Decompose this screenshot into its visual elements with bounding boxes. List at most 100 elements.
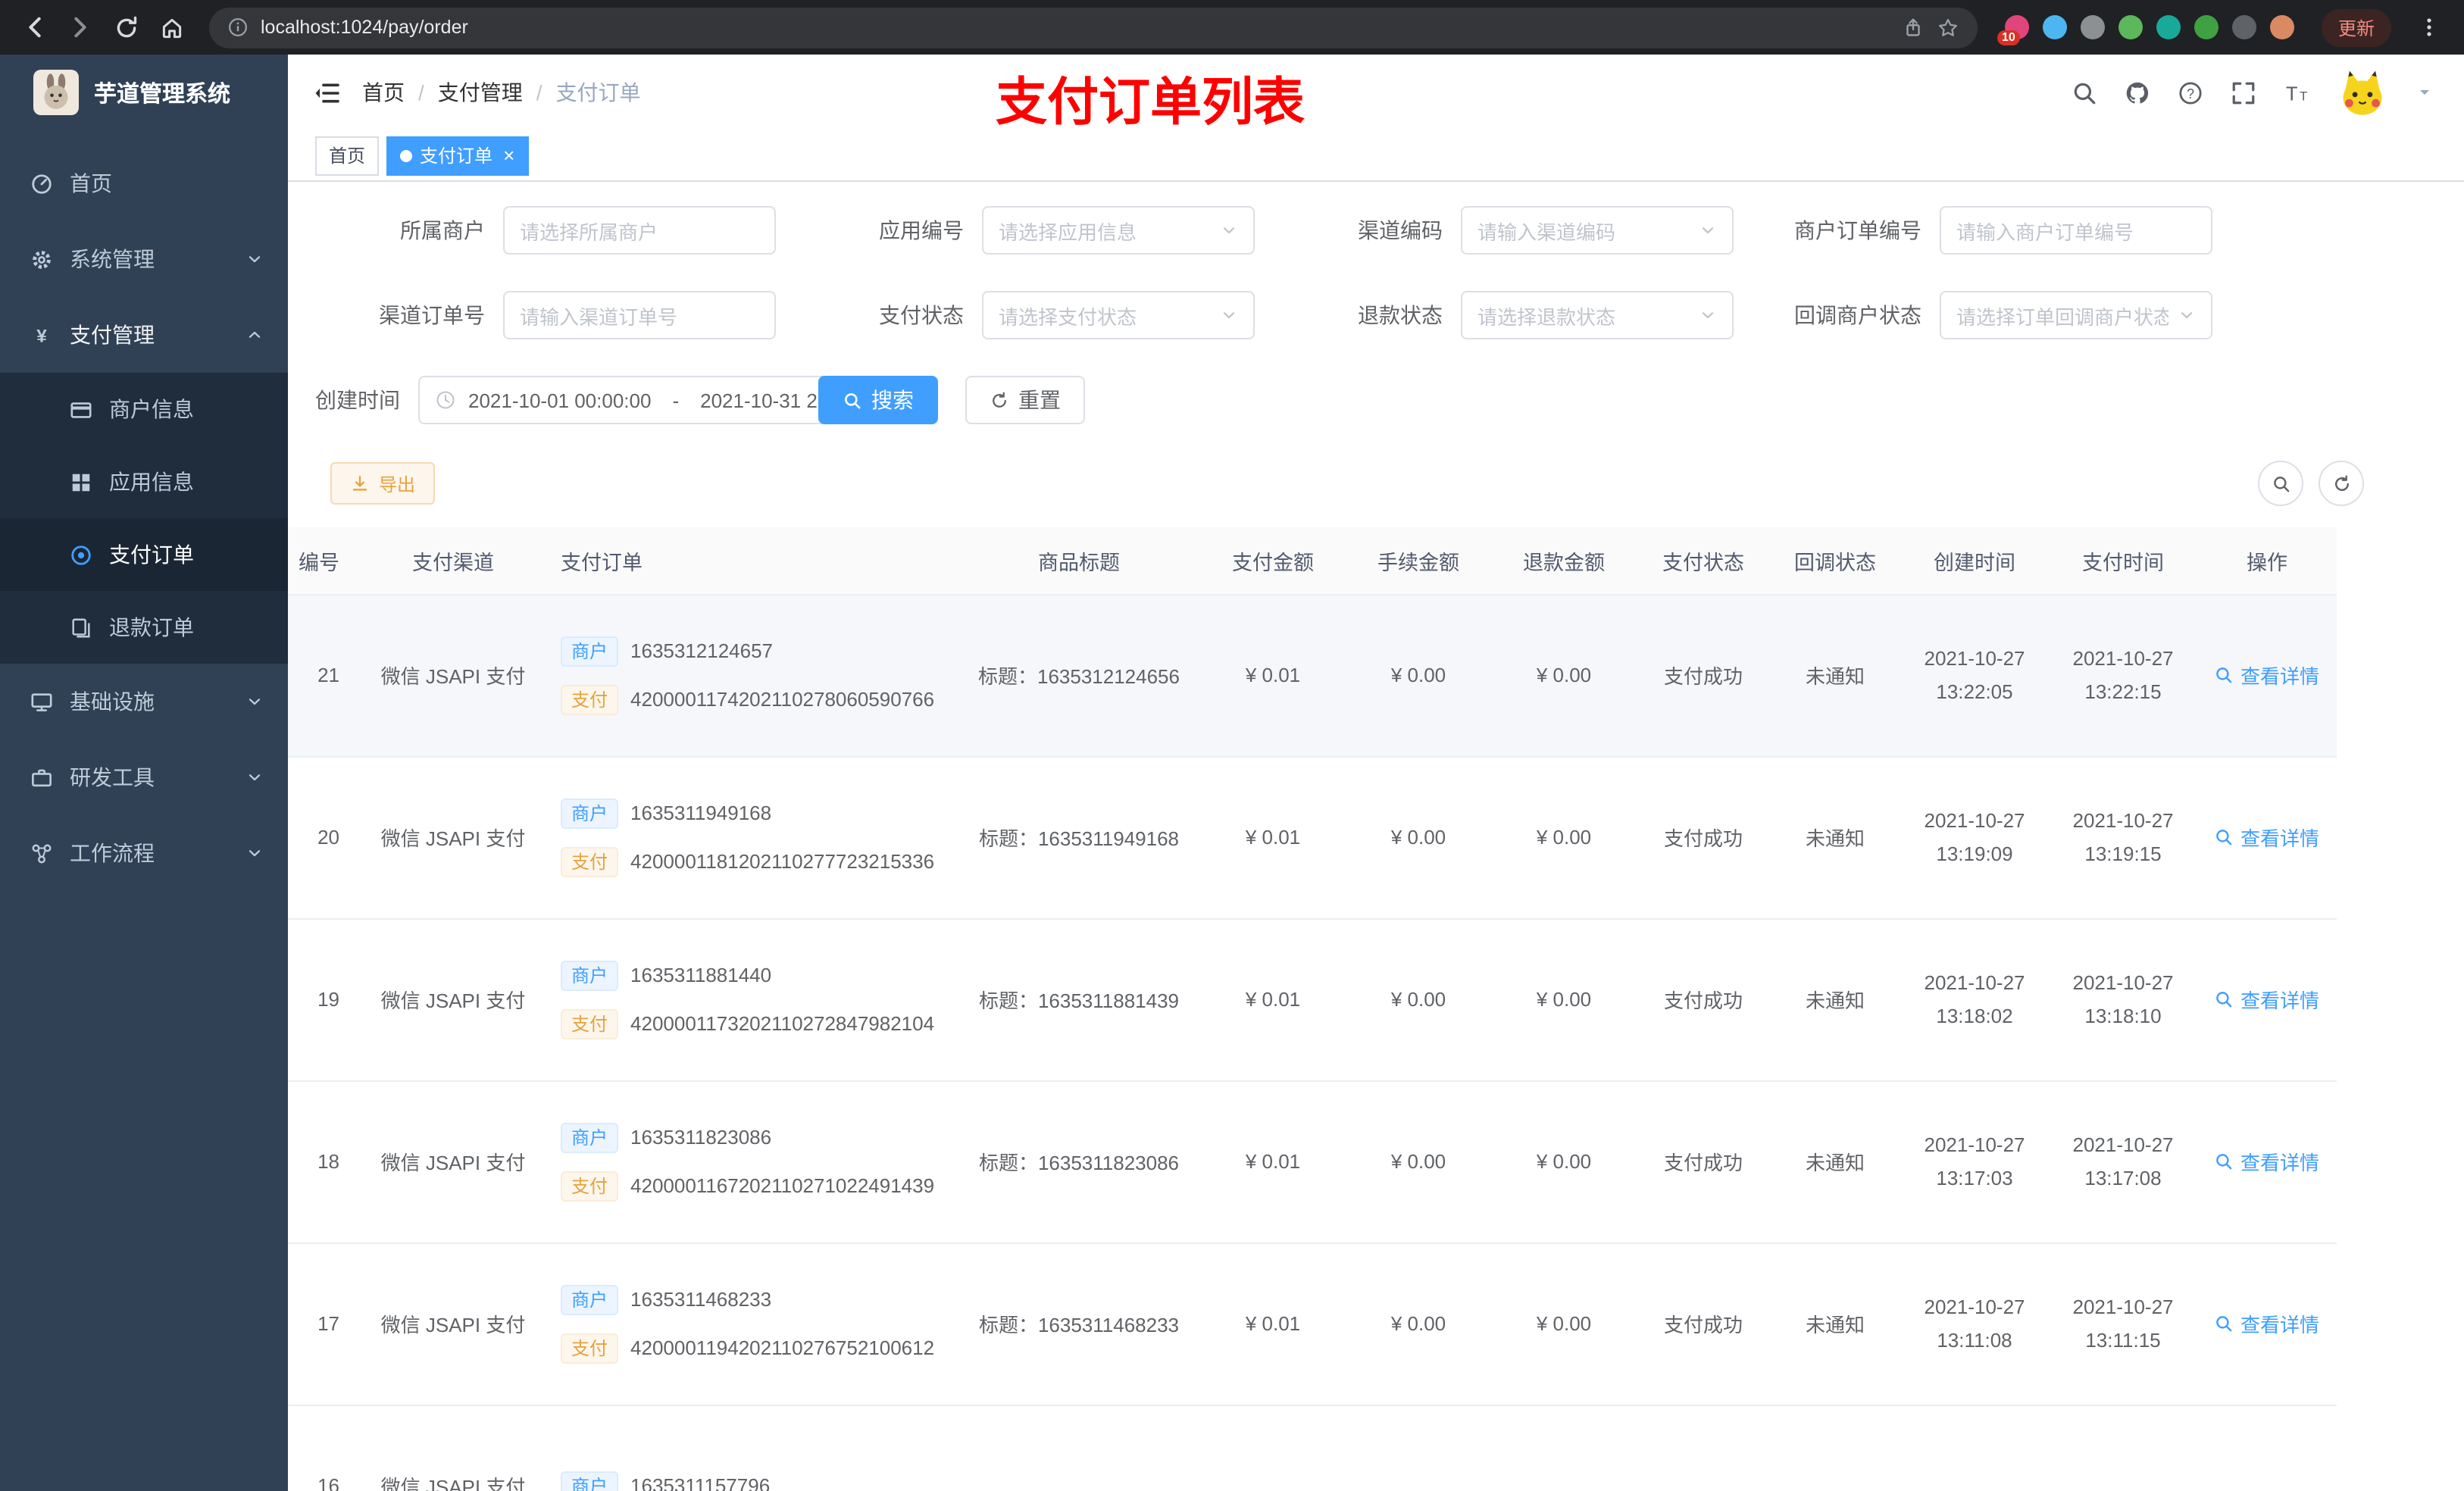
table-row: 20 微信 JSAPI 支付 商户 1635311949168 支付 4200001181…: [288, 756, 2337, 919]
table-column-header: 支付状态: [1637, 527, 1770, 595]
sidebar-item-系统管理[interactable]: 系统管理: [0, 221, 288, 297]
github-icon[interactable]: [2125, 80, 2150, 105]
extension-icon-2[interactable]: [2042, 15, 2067, 39]
update-button[interactable]: 更新: [2321, 8, 2391, 46]
browser-reload-button[interactable]: [106, 8, 145, 47]
cell-id: 19: [288, 918, 355, 1081]
extension-icon-4[interactable]: [2118, 15, 2143, 39]
filter-select[interactable]: 请选择订单回调商户状态: [1940, 291, 2212, 339]
browser-back-button[interactable]: [15, 8, 55, 47]
home-icon: [161, 17, 181, 38]
sidebar-item-label: 支付订单: [109, 542, 194, 567]
refresh-icon: [2334, 474, 2349, 490]
table-row: 17 微信 JSAPI 支付 商户 1635311468233 支付 4200001194…: [288, 1242, 2337, 1405]
toggle-search-button[interactable]: [2258, 461, 2303, 506]
cell-refund: ¥ 0.00: [1491, 594, 1637, 757]
breadcrumb-item-pay[interactable]: 支付管理: [438, 77, 523, 108]
table-column-header: 商品标题: [958, 527, 1200, 595]
clock-icon: [436, 391, 455, 409]
filter-select[interactable]: 请选择应用信息: [982, 206, 1255, 255]
cell-refund: ¥ 0.00: [1491, 918, 1637, 1081]
extension-icon-6[interactable]: [2194, 15, 2219, 39]
extension-icon-7[interactable]: [2231, 15, 2256, 39]
extension-icon-3[interactable]: [2080, 15, 2105, 39]
sidebar: 芋道管理系统 首页 系统管理 ¥ 支付管理 商户信息 应用信息支付订单退款订单 基础设施 研发…: [0, 55, 288, 1491]
export-button[interactable]: 导出: [330, 462, 436, 505]
tab-home[interactable]: 首页: [315, 136, 380, 175]
merchant-tag: 商户: [561, 1284, 619, 1314]
sidebar-item-工作流程[interactable]: 工作流程: [0, 815, 288, 891]
reset-button[interactable]: 重置: [965, 376, 1085, 424]
search-icon[interactable]: [2072, 80, 2097, 105]
cell-title: 标题：1635311468233: [958, 1242, 1200, 1405]
filter-field: 所属商户 请选择所属商户: [315, 206, 794, 255]
fullscreen-icon[interactable]: [2231, 80, 2256, 105]
extension-icon-8[interactable]: [2269, 15, 2294, 39]
filter-select[interactable]: 请输入渠道编码: [1461, 206, 1734, 255]
refresh-table-button[interactable]: [2319, 461, 2364, 506]
help-icon[interactable]: ?: [2178, 80, 2203, 105]
cell-order-no: 商户 1635311468233 支付 42000011942021102767521…: [552, 1242, 958, 1405]
sidebar-item-支付订单[interactable]: 支付订单: [0, 518, 288, 591]
chevron-down-icon: [1223, 312, 1235, 319]
cell-id: 21: [288, 594, 355, 757]
sidebar-item-支付管理[interactable]: ¥ 支付管理: [0, 297, 288, 373]
cell-id: 18: [288, 1080, 355, 1243]
view-detail-link[interactable]: 查看详情: [2215, 1147, 2319, 1176]
cell-order-no: 商户 1635312124657 支付 42000011742021102780605…: [552, 594, 958, 757]
sidebar-item-退款订单[interactable]: 退款订单: [0, 591, 288, 664]
sidebar-item-研发工具[interactable]: 研发工具: [0, 739, 288, 815]
filter-input[interactable]: 请输入渠道订单号: [503, 291, 776, 339]
filter-field: 退款状态 请选择退款状态: [1273, 291, 1752, 339]
cell-amount: ¥ 0.01: [1200, 918, 1346, 1081]
address-bar[interactable]: localhost:1024/pay/order: [209, 7, 1978, 48]
view-detail-link[interactable]: 查看详情: [2215, 661, 2319, 689]
browser-home-button[interactable]: [152, 8, 191, 47]
filter-select[interactable]: 请选择支付状态: [982, 291, 1255, 339]
table-column-header: 支付时间: [2049, 527, 2197, 595]
tab-close-icon[interactable]: ×: [503, 145, 514, 165]
view-detail-link[interactable]: 查看详情: [2215, 1309, 2319, 1338]
sidebar-item-商户信息[interactable]: 商户信息: [0, 373, 288, 445]
yen-icon: ¥: [36, 325, 47, 345]
extension-icon-1[interactable]: 10: [1997, 15, 2029, 45]
filter-field: 渠道编码 请输入渠道编码: [1273, 206, 1752, 255]
cell-pay-time: 2021-10-27 13:22:15: [2049, 594, 2197, 757]
chevron-down-icon: [1223, 227, 1235, 234]
sidebar-item-应用信息[interactable]: 应用信息: [0, 445, 288, 518]
sidebar-item-首页[interactable]: 首页: [0, 145, 288, 221]
table-column-header: 支付渠道: [355, 527, 552, 595]
app-logo-row[interactable]: 芋道管理系统: [0, 55, 288, 130]
avatar-dropdown[interactable]: [2416, 79, 2434, 106]
table-column-header: 编号: [288, 527, 355, 595]
filter-label: 所属商户: [400, 218, 485, 242]
view-detail-link[interactable]: 查看详情: [2215, 985, 2319, 1014]
browser-forward-button[interactable]: [61, 8, 100, 47]
app-grid-icon: [72, 473, 90, 491]
cell-title: [958, 1405, 1200, 1491]
search-button-label: 搜索: [871, 388, 914, 412]
extension-icon-5[interactable]: [2156, 15, 2181, 39]
view-detail-link[interactable]: 查看详情: [2215, 823, 2319, 852]
search-button[interactable]: 搜索: [818, 376, 938, 424]
filter-select[interactable]: 请选择退款状态: [1461, 291, 1734, 339]
filter-input[interactable]: 请输入商户订单编号: [1940, 206, 2212, 255]
chevron-down-icon: [249, 774, 261, 781]
app-header: 首页 / 支付管理 / 支付订单 支付订单列表 ? TT: [288, 55, 2464, 132]
filter-input[interactable]: 请选择所属商户: [503, 206, 776, 255]
tab-pay-order[interactable]: 支付订单 ×: [386, 136, 529, 175]
share-icon[interactable]: [1902, 16, 1925, 39]
filter-label: 渠道编码: [1358, 218, 1443, 242]
cell-fee: ¥ 0.00: [1346, 1080, 1491, 1243]
back-arrow-icon: [29, 17, 41, 38]
breadcrumb-item-home[interactable]: 首页: [362, 77, 405, 108]
bookmark-star-icon[interactable]: [1937, 16, 1959, 39]
browser-menu-button[interactable]: [2409, 8, 2449, 47]
merchant-tag: 商户: [561, 1471, 619, 1491]
date-start: 2021-10-01 00:00:00: [468, 389, 652, 411]
cell-create-time: [1900, 1405, 2049, 1491]
font-size-icon[interactable]: TT: [2284, 80, 2309, 105]
sidebar-item-基础设施[interactable]: 基础设施: [0, 664, 288, 739]
user-avatar[interactable]: [2337, 67, 2388, 118]
sidebar-collapse-button[interactable]: [311, 77, 341, 108]
